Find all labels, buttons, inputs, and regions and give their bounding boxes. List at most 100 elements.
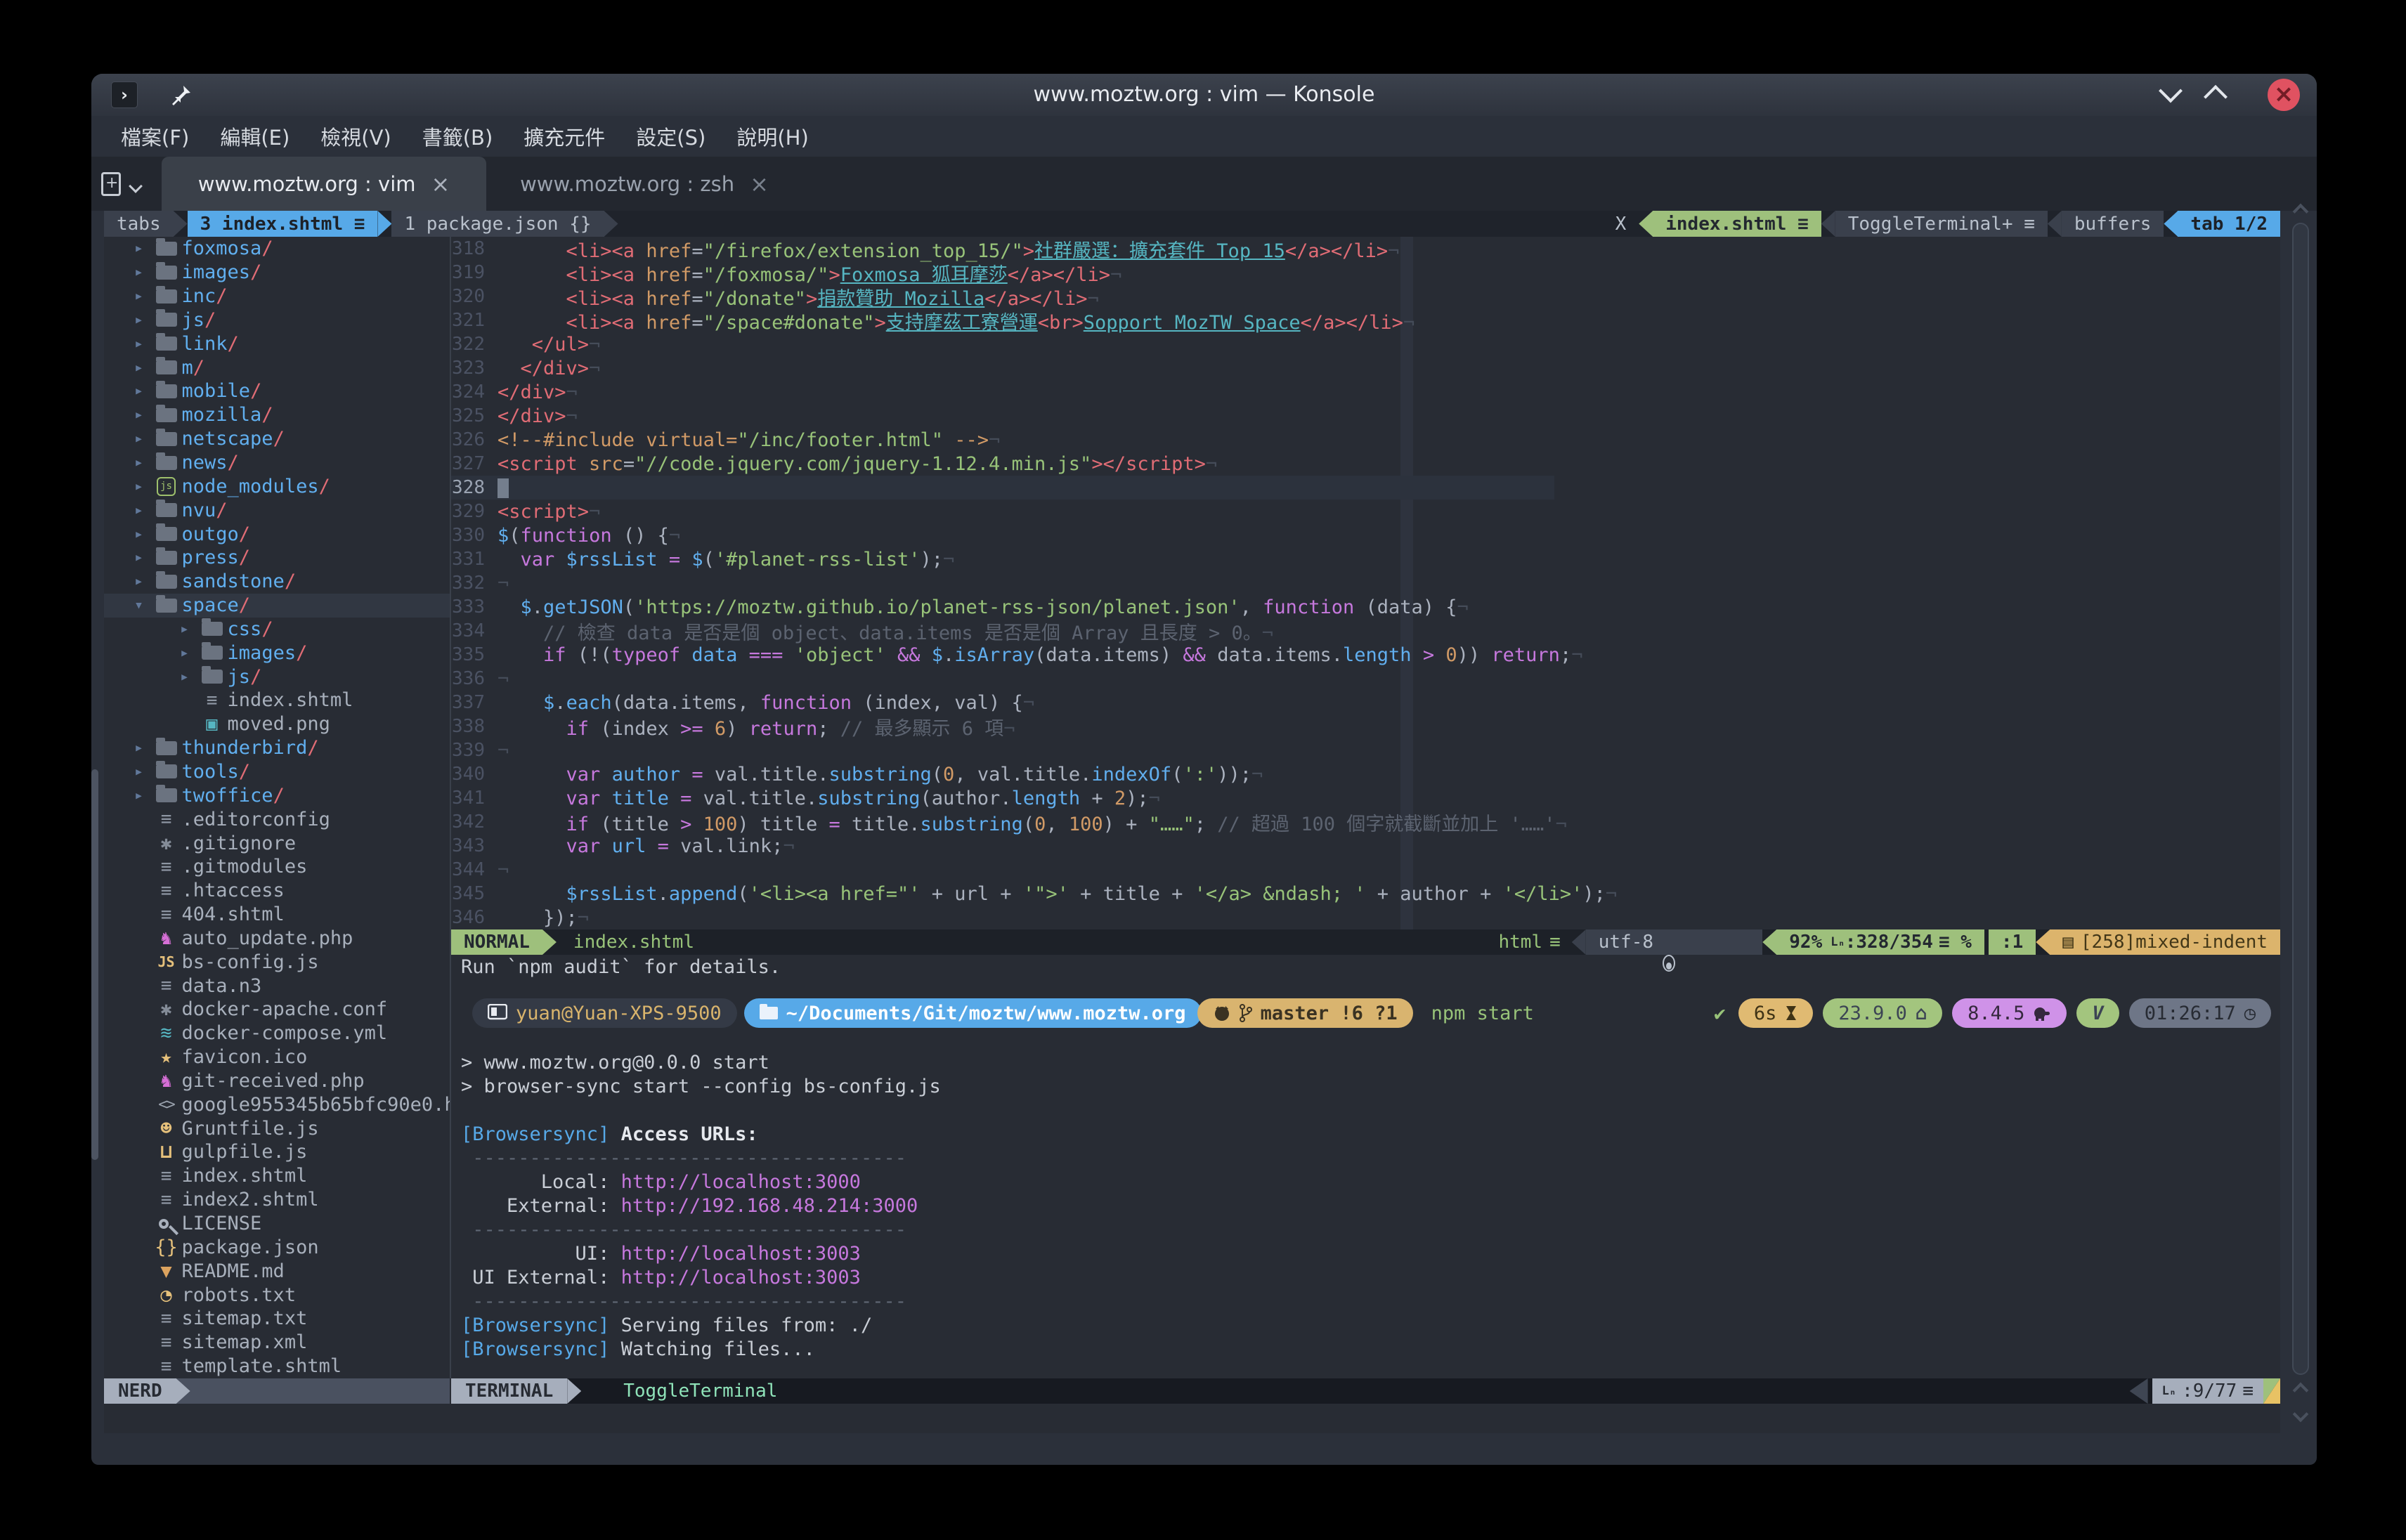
tree-item-label[interactable]: docker-apache.conf xyxy=(182,998,388,1020)
session-tab[interactable]: www.moztw.org : zsh× xyxy=(486,157,802,211)
tree-item-label[interactable]: Gruntfile.js xyxy=(182,1118,319,1140)
tree-item-label[interactable]: README.md xyxy=(182,1260,285,1282)
scroll-up-icon[interactable] xyxy=(2293,1383,2309,1399)
tree-item-label[interactable]: gulpfile.js xyxy=(182,1141,308,1163)
tabline-button[interactable]: index.shtml ≡ xyxy=(1653,211,1821,237)
tree-item-file[interactable]: ≡404.shtml xyxy=(104,903,450,927)
tree-item-file[interactable]: <>google955345b65bfc90e0.htm xyxy=(104,1092,450,1116)
tree-item-file[interactable]: ≡index.shtml xyxy=(104,1164,450,1188)
tree-item-label[interactable]: mozilla xyxy=(182,404,262,426)
tree-item-label[interactable]: thunderbird xyxy=(182,737,308,759)
menu-item[interactable]: 說明(H) xyxy=(721,117,824,155)
code-editor[interactable]: 318 <li><a href="/firefox/extension_top_… xyxy=(451,237,2280,929)
tree-item-folder[interactable]: ▸inc/ xyxy=(104,285,450,308)
chevron-closed-icon[interactable]: ▸ xyxy=(127,311,151,329)
tree-item-file[interactable]: ≡.htaccess xyxy=(104,879,450,903)
tree-item-folder[interactable]: ▸link/ xyxy=(104,332,450,355)
new-tab-button[interactable] xyxy=(101,167,162,202)
tree-item-file[interactable]: ◔robots.txt xyxy=(104,1283,450,1307)
tree-item-label[interactable]: sitemap.xml xyxy=(182,1331,308,1353)
tab-segment[interactable]: tabs xyxy=(104,211,174,237)
scroll-down-icon[interactable] xyxy=(2293,1407,2309,1423)
tabline-button[interactable]: X xyxy=(1603,211,1639,237)
left-edge-scrollbar[interactable] xyxy=(91,769,98,1160)
chevron-closed-icon[interactable]: ▸ xyxy=(127,502,151,519)
menu-item[interactable]: 編輯(E) xyxy=(204,117,305,155)
tree-item-file[interactable]: ≡template.shtml xyxy=(104,1355,450,1378)
tree-item-label[interactable]: index.shtml xyxy=(182,1165,308,1187)
tree-item-file[interactable]: ♞auto_update.php xyxy=(104,926,450,950)
tree-item-label[interactable]: template.shtml xyxy=(182,1355,342,1377)
tree-item-file[interactable]: JSbs-config.js xyxy=(104,950,450,974)
tree-item-file[interactable]: ✱docker-apache.conf xyxy=(104,998,450,1022)
tree-item-folder[interactable]: ▸images/ xyxy=(104,261,450,285)
tree-item-label[interactable]: LICENSE xyxy=(182,1213,262,1234)
tree-item-file[interactable]: ≡data.n3 xyxy=(104,974,450,998)
tree-item-file[interactable]: ≡sitemap.txt xyxy=(104,1307,450,1331)
tree-item-label[interactable]: foxmosa xyxy=(182,237,262,259)
tree-item-label[interactable]: .gitignore xyxy=(182,833,297,854)
tree-item-label[interactable]: .htaccess xyxy=(182,880,285,901)
chevron-closed-icon[interactable]: ▸ xyxy=(173,644,197,662)
tree-item-label[interactable]: package.json xyxy=(182,1236,319,1258)
tree-item-label[interactable]: js xyxy=(228,666,251,688)
chevron-closed-icon[interactable]: ▸ xyxy=(173,668,197,686)
chevron-closed-icon[interactable]: ▸ xyxy=(127,406,151,424)
tree-item-file[interactable]: ▣moved.png xyxy=(104,712,450,736)
tree-item-file[interactable]: ⊔gulpfile.js xyxy=(104,1140,450,1164)
tree-item-label[interactable]: moved.png xyxy=(228,713,330,735)
tree-item-file[interactable]: ★favicon.ico xyxy=(104,1045,450,1069)
tree-item-folder[interactable]: ▾space/ xyxy=(104,594,450,618)
tree-item-file[interactable]: ☻Gruntfile.js xyxy=(104,1116,450,1140)
menu-item[interactable]: 書籤(B) xyxy=(407,117,509,155)
menu-item[interactable]: 檔案(F) xyxy=(105,117,204,155)
tree-item-label[interactable]: .editorconfig xyxy=(182,809,330,830)
tab-close-icon[interactable]: × xyxy=(750,171,769,197)
chevron-closed-icon[interactable]: ▸ xyxy=(127,549,151,566)
tree-item-folder[interactable]: ▸netscape/ xyxy=(104,427,450,451)
tabline-button[interactable]: ToggleTerminal+ ≡ xyxy=(1835,211,2048,237)
chevron-closed-icon[interactable]: ▸ xyxy=(127,763,151,781)
scrollbar-thumb[interactable] xyxy=(2292,223,2309,1375)
tree-item-label[interactable]: space xyxy=(182,594,239,616)
tree-item-label[interactable]: twoffice xyxy=(182,785,273,807)
scrollbar[interactable] xyxy=(2289,206,2312,1437)
tree-item-label[interactable]: tools xyxy=(182,761,239,783)
tree-item-label[interactable]: bs-config.js xyxy=(182,951,319,973)
tree-item-folder[interactable]: ▸tools/ xyxy=(104,760,450,784)
tree-item-label[interactable]: robots.txt xyxy=(182,1284,297,1306)
tab-segment[interactable]: 1 package.json {} xyxy=(391,211,604,237)
tree-item-label[interactable]: link xyxy=(182,333,228,355)
tree-item-folder[interactable]: ▸jsnode_modules/ xyxy=(104,474,450,498)
chevron-closed-icon[interactable]: ▸ xyxy=(127,787,151,804)
tree-item-label[interactable]: 404.shtml xyxy=(182,903,285,925)
minimize-button[interactable] xyxy=(2162,74,2179,116)
tree-item-folder[interactable]: ▸mozilla/ xyxy=(104,403,450,427)
scroll-up-icon[interactable] xyxy=(2293,204,2309,220)
tree-item-folder[interactable]: ▸mobile/ xyxy=(104,379,450,403)
maximize-button[interactable] xyxy=(2207,74,2224,116)
chevron-closed-icon[interactable]: ▸ xyxy=(127,359,151,377)
tab-close-icon[interactable]: × xyxy=(431,171,450,197)
tree-item-file[interactable]: ✱.gitignore xyxy=(104,831,450,855)
chevron-closed-icon[interactable]: ▸ xyxy=(127,263,151,281)
tree-item-label[interactable]: node_modules xyxy=(182,476,319,497)
tree-item-folder[interactable]: ▸m/ xyxy=(104,355,450,379)
tree-item-folder[interactable]: ▸news/ xyxy=(104,451,450,475)
menu-item[interactable]: 檢視(V) xyxy=(305,117,406,155)
terminal-output[interactable]: yuan@Yuan-XPS-9500 ~/Documents/Git/moztw… xyxy=(451,955,2280,1376)
tree-item-label[interactable]: css xyxy=(228,618,262,640)
tree-item-label[interactable]: news xyxy=(182,452,228,474)
tree-item-folder[interactable]: ▸press/ xyxy=(104,546,450,570)
tree-item-file[interactable]: ≡index2.shtml xyxy=(104,1188,450,1212)
tree-item-label[interactable]: index.shtml xyxy=(228,689,353,711)
chevron-closed-icon[interactable]: ▸ xyxy=(127,382,151,400)
tree-item-file[interactable]: ♞git-received.php xyxy=(104,1069,450,1093)
tree-item-folder[interactable]: ▸js/ xyxy=(104,665,450,689)
menu-item[interactable]: 擴充元件 xyxy=(508,117,620,155)
tree-item-folder[interactable]: ▸nvu/ xyxy=(104,498,450,522)
tree-item-label[interactable]: docker-compose.yml xyxy=(182,1022,388,1044)
tree-item-label[interactable]: inc xyxy=(182,285,216,307)
chevron-closed-icon[interactable]: ▸ xyxy=(127,454,151,471)
tree-item-label[interactable]: images xyxy=(228,642,297,664)
